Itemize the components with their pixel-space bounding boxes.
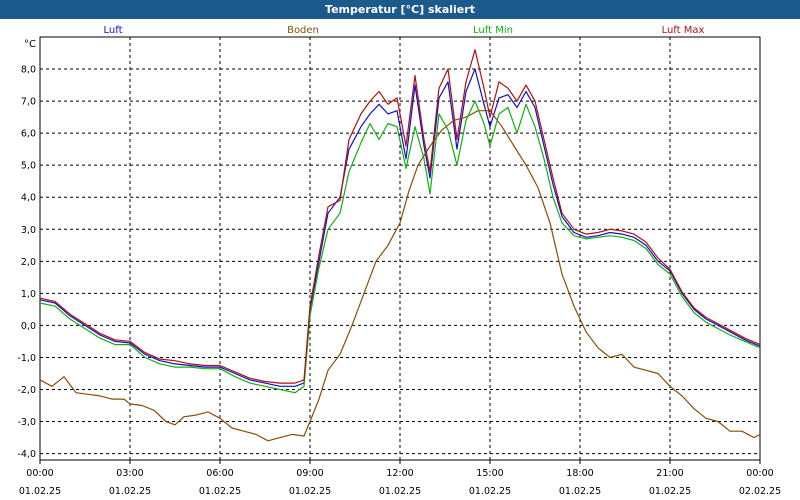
legend-label-luft: Luft	[104, 25, 123, 36]
x-tick-date-label: 01.02.25	[559, 486, 601, 497]
x-tick-time-label: 09:00	[296, 468, 323, 479]
chart-title-bar: Temperatur [°C] skaliert	[0, 0, 800, 19]
x-tick-date-label: 01.02.25	[109, 486, 151, 497]
y-tick-label: 3,0	[21, 225, 36, 236]
legend-label-luft-min: Luft Min	[473, 25, 513, 36]
legend: Luft Boden Luft Min Luft Max	[104, 25, 705, 36]
temperature-chart: -4,0 -3,0 -2,0 -1,0 0,0 1,0 2,0 3,0 4,0 5,0 6,0 7,0…	[17, 25, 781, 497]
y-tick-label: -4,0	[17, 449, 36, 460]
x-tick-time-label: 12:00	[386, 468, 413, 479]
x-tick-time-label: 21:00	[656, 468, 683, 479]
series-lines	[39, 49, 761, 442]
y-axis-unit-label: °C	[24, 39, 36, 50]
legend-label-boden: Boden	[287, 25, 319, 36]
y-tick-label: -3,0	[17, 417, 36, 428]
series-line-luft-min	[39, 100, 761, 394]
x-tick-date-label: 02.02.25	[739, 486, 781, 497]
x-tick-date-label: 01.02.25	[19, 486, 61, 497]
x-tick-date-label: 01.02.25	[199, 486, 241, 497]
x-tick-time-label: 15:00	[476, 468, 503, 479]
x-tick-date-label: 01.02.25	[469, 486, 511, 497]
x-tick-time-label: 06:00	[206, 468, 233, 479]
x-tick-date-label: 01.02.25	[379, 486, 421, 497]
grid	[40, 37, 760, 460]
x-tick-time-label: 03:00	[116, 468, 143, 479]
y-tick-label: -1,0	[17, 353, 36, 364]
y-tick-label: 0,0	[21, 321, 36, 332]
chart-title: Temperatur [°C] skaliert	[325, 3, 475, 16]
legend-label-luft-max: Luft Max	[662, 25, 705, 36]
y-tick-label: 8,0	[21, 65, 36, 76]
y-tick-label: 1,0	[21, 289, 36, 300]
y-tick-label: 5,0	[21, 161, 36, 172]
y-tick-label: -2,0	[17, 385, 36, 396]
x-tick-time-label: 00:00	[746, 468, 773, 479]
x-tick-time-label: 18:00	[566, 468, 593, 479]
x-tick-time-label: 00:00	[26, 468, 53, 479]
y-tick-label: 6,0	[21, 129, 36, 140]
y-tick-label: 7,0	[21, 97, 36, 108]
y-tick-label: 4,0	[21, 193, 36, 204]
x-tick-date-label: 01.02.25	[649, 486, 691, 497]
x-tick-date-label: 01.02.25	[289, 486, 331, 497]
y-tick-label: 2,0	[21, 257, 36, 268]
